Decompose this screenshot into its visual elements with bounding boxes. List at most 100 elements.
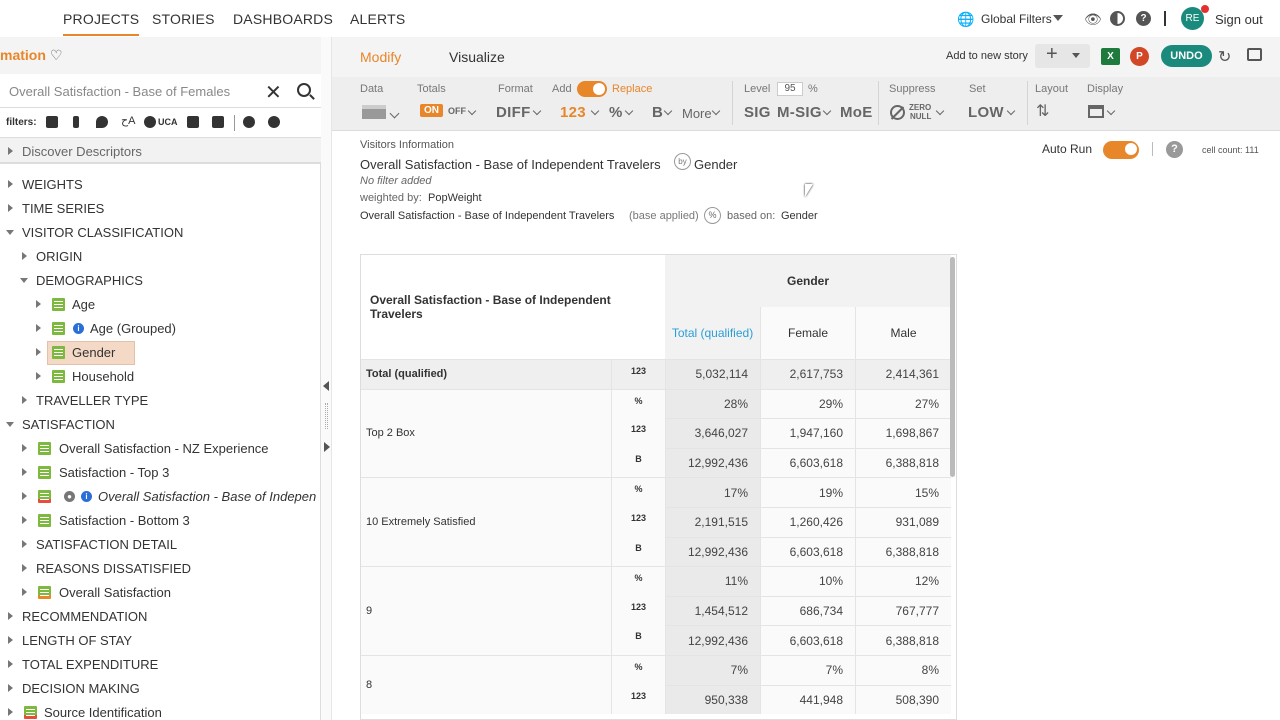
table-cell[interactable]: 1,698,867	[855, 418, 951, 448]
nav-alerts[interactable]: ALERTS	[350, 11, 405, 27]
table-cell[interactable]: 12,992,436	[665, 536, 760, 567]
table-cell[interactable]: 2,617,753	[760, 359, 855, 389]
chevron-down-icon[interactable]	[467, 106, 477, 116]
tree-item-time-series[interactable]: TIME SERIES	[8, 197, 104, 219]
tree-item-age[interactable]: Age	[36, 293, 95, 315]
table-cell[interactable]: 12%	[855, 566, 951, 596]
location-filter-icon[interactable]	[96, 116, 108, 128]
circle-half-filter-icon[interactable]	[243, 116, 255, 128]
sign-out-link[interactable]: Sign out	[1215, 12, 1263, 27]
totals-on-badge[interactable]: ON	[420, 104, 443, 117]
table-cell[interactable]: 7%	[760, 655, 855, 685]
tree-item-reasons-dissatisfied[interactable]: REASONS DISSATISFIED	[22, 557, 191, 579]
nav-dashboards[interactable]: DASHBOARDS	[233, 11, 333, 27]
table-cell[interactable]: 1,454,512	[665, 595, 760, 626]
tree-item-satisfaction-bottom-3[interactable]: Satisfaction - Bottom 3	[22, 509, 190, 531]
count-button[interactable]: 123	[560, 104, 586, 121]
chevron-down-icon[interactable]	[711, 106, 721, 116]
table-cell[interactable]: 2,191,515	[665, 507, 760, 537]
chevron-down-icon[interactable]	[1106, 106, 1116, 116]
table-cell[interactable]: 441,948	[760, 684, 855, 715]
tree-item-origin[interactable]: ORIGIN	[22, 245, 82, 267]
display-icon[interactable]	[1088, 105, 1104, 118]
column-header-female[interactable]: Female	[760, 307, 855, 359]
chevron-down-icon[interactable]	[624, 106, 634, 116]
table-cell[interactable]: 17%	[665, 477, 760, 507]
table-cell[interactable]: 28%	[665, 388, 760, 419]
layout-swap-icon[interactable]: ⇅	[1036, 101, 1049, 121]
table-cell[interactable]: 931,089	[855, 507, 951, 537]
table-cell[interactable]: 12,992,436	[665, 447, 760, 478]
tree-item-overall-satisfaction-base[interactable]: ● i Overall Satisfaction - Base of Indep…	[22, 485, 321, 507]
table-cell[interactable]: 6,603,618	[760, 625, 855, 655]
column-header-male[interactable]: Male	[855, 307, 951, 359]
column-header-total[interactable]: Total (qualified)	[665, 307, 760, 359]
tab-visualize[interactable]: Visualize	[449, 49, 505, 65]
tree-item-household[interactable]: Household	[36, 365, 134, 387]
table-cell[interactable]: 11%	[665, 566, 760, 596]
chevron-down-icon[interactable]	[663, 106, 673, 116]
tree-item-visitor-classification[interactable]: VISITOR CLASSIFICATION	[6, 221, 183, 243]
chevron-down-icon[interactable]	[935, 106, 945, 116]
diff-button[interactable]: DIFF	[496, 104, 531, 121]
info-icon[interactable]: i	[81, 490, 92, 502]
tree-item-satisfaction-detail[interactable]: SATISFACTION DETAIL	[22, 533, 177, 555]
discover-descriptors[interactable]: Discover Descriptors	[0, 138, 321, 164]
table-cell[interactable]: 3,646,027	[665, 418, 760, 448]
tree-item-age-grouped[interactable]: i Age (Grouped)	[36, 317, 176, 339]
book-filter-icon[interactable]	[187, 116, 199, 128]
tree-item-traveller-type[interactable]: TRAVELLER TYPE	[22, 389, 148, 411]
tree-item-satisfaction-top-3[interactable]: Satisfaction - Top 3	[22, 461, 169, 483]
table-cell[interactable]: 7%	[665, 655, 760, 685]
low-button[interactable]: LOW	[968, 104, 1004, 121]
table-cell[interactable]: 6,388,818	[855, 536, 951, 567]
layers-filter-icon[interactable]	[212, 116, 224, 128]
contrast-icon[interactable]	[1110, 11, 1125, 26]
search-input[interactable]: Overall Satisfaction - Base of Females	[9, 84, 230, 99]
tree-item-overall-satisfaction-nz[interactable]: Overall Satisfaction - NZ Experience	[22, 437, 269, 459]
table-scrollbar[interactable]	[950, 257, 955, 477]
heart-icon[interactable]: ♡	[50, 47, 63, 64]
help-icon[interactable]: ?	[1136, 11, 1151, 26]
tree-item-gender[interactable]: Gender	[36, 341, 115, 363]
tree-item-recommendation[interactable]: RECOMMENDATION	[8, 605, 147, 627]
table-cell[interactable]: 8%	[855, 655, 951, 685]
table-cell[interactable]: 767,777	[855, 595, 951, 626]
chevron-down-icon[interactable]	[590, 106, 600, 116]
table-cell[interactable]: 29%	[760, 388, 855, 419]
msig-button[interactable]: M-SIG	[777, 104, 822, 121]
table-cell[interactable]: 6,603,618	[760, 447, 855, 478]
table-cell[interactable]: 10%	[760, 566, 855, 596]
chevron-down-icon[interactable]	[1006, 106, 1016, 116]
drag-handle[interactable]	[325, 403, 328, 429]
table-cell[interactable]: 508,390	[855, 684, 951, 715]
auto-run-toggle[interactable]	[1103, 141, 1139, 159]
more-button[interactable]: More	[682, 106, 712, 121]
tree-item-weights[interactable]: WEIGHTS	[8, 173, 83, 195]
tree-item-source-identification[interactable]: Source Identification	[8, 701, 162, 720]
table-cell[interactable]: 6,388,818	[855, 625, 951, 655]
tree-item-satisfaction[interactable]: SATISFACTION	[6, 413, 115, 435]
table-cell[interactable]: 15%	[855, 477, 951, 507]
table-cell[interactable]: 6,603,618	[760, 536, 855, 567]
percent-button[interactable]: %	[609, 104, 623, 121]
tree-item-length-of-stay[interactable]: LENGTH OF STAY	[8, 629, 132, 651]
translate-filter-icon[interactable]: حA	[121, 114, 135, 127]
powerpoint-icon[interactable]: P	[1130, 47, 1149, 66]
column-filter-icon[interactable]	[73, 116, 79, 128]
refresh-icon[interactable]: ↻	[1218, 47, 1231, 67]
table-layout-icon[interactable]	[362, 105, 386, 119]
table-cell[interactable]: 19%	[760, 477, 855, 507]
circle-filter-icon[interactable]	[268, 116, 280, 128]
table-cell[interactable]: 1,260,426	[760, 507, 855, 537]
user-filter-icon[interactable]	[144, 116, 156, 128]
level-input[interactable]: 95	[777, 82, 803, 96]
global-filters-button[interactable]: Global Filters	[981, 12, 1052, 26]
info-icon[interactable]: i	[73, 322, 84, 334]
table-cell[interactable]: 1,947,160	[760, 418, 855, 448]
tree-item-demographics[interactable]: DEMOGRAPHICS	[20, 269, 143, 291]
help-icon[interactable]: ?	[1166, 141, 1183, 158]
tree-item-overall-satisfaction[interactable]: Overall Satisfaction	[22, 581, 171, 603]
base-button[interactable]: B	[652, 104, 663, 121]
table-cell[interactable]: 12,992,436	[665, 625, 760, 655]
